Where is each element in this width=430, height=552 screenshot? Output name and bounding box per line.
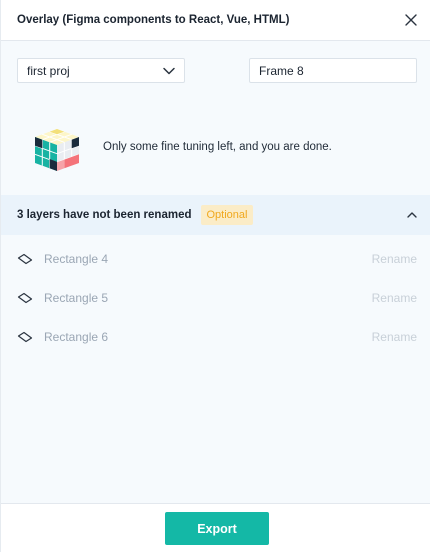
layer-name: Rectangle 6 [44, 329, 109, 344]
rectangle-layer-icon [17, 331, 33, 342]
window-title: Overlay (Figma components to React, Vue,… [17, 14, 290, 26]
rename-button[interactable]: Rename [372, 291, 417, 305]
rectangle-layer-icon [17, 253, 33, 264]
project-select[interactable]: first proj [17, 58, 185, 83]
rename-button[interactable]: Rename [372, 252, 417, 266]
rectangle-layer-icon [17, 292, 33, 303]
layer-row: Rectangle 6 Rename [1, 317, 430, 356]
footer-bar: Export [1, 503, 430, 552]
main-content: first proj Frame 8 Only some fine tuning… [1, 41, 430, 503]
layer-row: Rectangle 4 Rename [1, 239, 430, 278]
close-icon[interactable] [403, 12, 419, 28]
plugin-window: Overlay (Figma components to React, Vue,… [0, 0, 430, 552]
chevron-down-icon [163, 67, 175, 75]
chevron-up-icon[interactable] [405, 208, 419, 222]
project-select-value: first proj [27, 63, 70, 78]
export-button[interactable]: Export [165, 512, 269, 545]
rubiks-cube-icon [34, 129, 80, 171]
unrenamed-layers-header[interactable]: 3 layers have not been renamed Optional [1, 195, 430, 235]
title-bar: Overlay (Figma components to React, Vue,… [1, 0, 430, 41]
optional-badge: Optional [200, 205, 254, 225]
unrenamed-layers-label: 3 layers have not been renamed [17, 209, 192, 221]
layer-name: Rectangle 4 [44, 251, 109, 266]
rename-button[interactable]: Rename [372, 330, 417, 344]
layer-name: Rectangle 5 [44, 290, 109, 305]
layer-row: Rectangle 5 Rename [1, 278, 430, 317]
status-message: Only some fine tuning left, and you are … [103, 141, 332, 153]
frame-name-field[interactable] [249, 58, 417, 83]
